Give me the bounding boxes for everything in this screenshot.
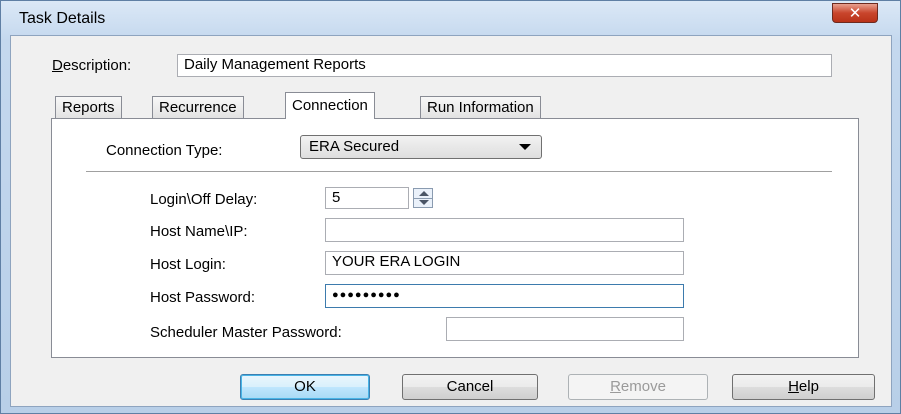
chevron-down-icon xyxy=(519,144,531,150)
tab-reports[interactable]: Reports xyxy=(55,96,122,118)
tab-connection[interactable]: Connection xyxy=(285,92,375,119)
section-divider xyxy=(86,171,832,173)
description-label: Description: xyxy=(52,57,132,74)
connection-type-value: ERA Secured xyxy=(309,138,400,155)
host-login-label: Host Login: xyxy=(150,256,226,273)
dialog-body: Description: Daily Management Reports Re… xyxy=(10,35,892,407)
spin-divider xyxy=(414,198,432,199)
login-off-delay-label: Login\Off Delay: xyxy=(150,191,258,208)
login-off-delay-input[interactable]: 5 xyxy=(325,187,409,209)
host-name-label: Host Name\IP: xyxy=(150,223,248,240)
spin-down-icon xyxy=(419,200,429,205)
connection-type-select[interactable]: ERA Secured xyxy=(300,135,542,159)
host-password-input[interactable]: ●●●●●●●●● xyxy=(325,284,684,308)
tab-recurrence[interactable]: Recurrence xyxy=(152,96,244,118)
host-login-input[interactable]: YOUR ERA LOGIN xyxy=(325,251,684,275)
window-title: Task Details xyxy=(19,10,106,27)
tab-run-information[interactable]: Run Information xyxy=(420,96,541,118)
scheduler-master-password-input[interactable] xyxy=(446,317,684,341)
host-password-label: Host Password: xyxy=(150,289,256,306)
spin-up-icon xyxy=(419,191,429,196)
scheduler-master-password-label: Scheduler Master Password: xyxy=(150,324,342,341)
remove-button[interactable]: Remove xyxy=(568,374,708,400)
host-name-input[interactable] xyxy=(325,218,684,242)
connection-panel: Connection Type: ERA Secured Login\Off D… xyxy=(51,118,859,358)
ok-button[interactable]: OK xyxy=(240,374,370,400)
cancel-button[interactable]: Cancel xyxy=(402,374,538,400)
delay-spinner[interactable] xyxy=(413,188,433,208)
connection-type-label: Connection Type: xyxy=(106,142,223,159)
title-bar[interactable]: Task Details ✕ xyxy=(1,1,900,35)
help-button[interactable]: Help xyxy=(732,374,875,400)
close-icon: ✕ xyxy=(848,4,862,22)
close-button[interactable]: ✕ xyxy=(832,3,878,23)
task-details-window: Task Details ✕ Description: Daily Manage… xyxy=(0,0,901,414)
description-input[interactable]: Daily Management Reports xyxy=(177,54,832,77)
